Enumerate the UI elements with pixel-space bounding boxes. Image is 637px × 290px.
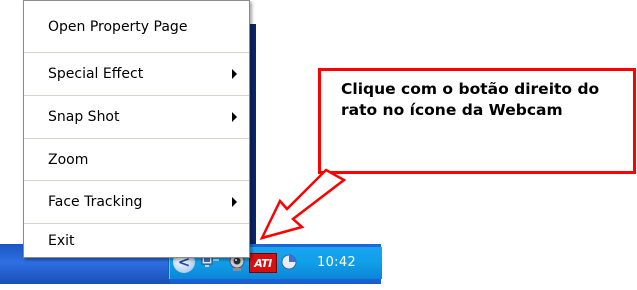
- context-menu: Open Property Page Special Effect Snap S…: [23, 0, 250, 258]
- menu-item-label: Open Property Page: [48, 18, 188, 35]
- callout-arrow-shape: [259, 168, 347, 240]
- menu-item-open-property-page[interactable]: Open Property Page: [24, 1, 249, 52]
- menu-item-exit[interactable]: Exit: [24, 223, 249, 257]
- menu-item-snap-shot[interactable]: Snap Shot: [24, 95, 249, 138]
- clock[interactable]: 10:42: [317, 255, 356, 270]
- menu-item-label: Exit: [48, 232, 75, 249]
- callout-text: Clique com o botão direito do rato no íc…: [341, 80, 600, 119]
- volume-icon[interactable]: [279, 252, 299, 272]
- ati-icon[interactable]: ATI: [249, 253, 277, 273]
- submenu-arrow-icon: [232, 197, 237, 207]
- desktop-background: [250, 24, 256, 244]
- callout-box: Clique com o botão direito do rato no íc…: [318, 68, 636, 174]
- menu-item-zoom[interactable]: Zoom: [24, 138, 249, 180]
- menu-item-label: Snap Shot: [48, 109, 120, 125]
- submenu-arrow-icon: [232, 112, 237, 122]
- submenu-arrow-icon: [232, 69, 237, 79]
- menu-item-label: Face Tracking: [48, 194, 143, 210]
- menu-item-label: Special Effect: [48, 66, 144, 82]
- menu-item-face-tracking[interactable]: Face Tracking: [24, 180, 249, 223]
- menu-item-special-effect[interactable]: Special Effect: [24, 52, 249, 95]
- menu-item-label: Zoom: [48, 151, 89, 168]
- screen: < ATI 10:42 Open Property Page Special E…: [0, 0, 637, 290]
